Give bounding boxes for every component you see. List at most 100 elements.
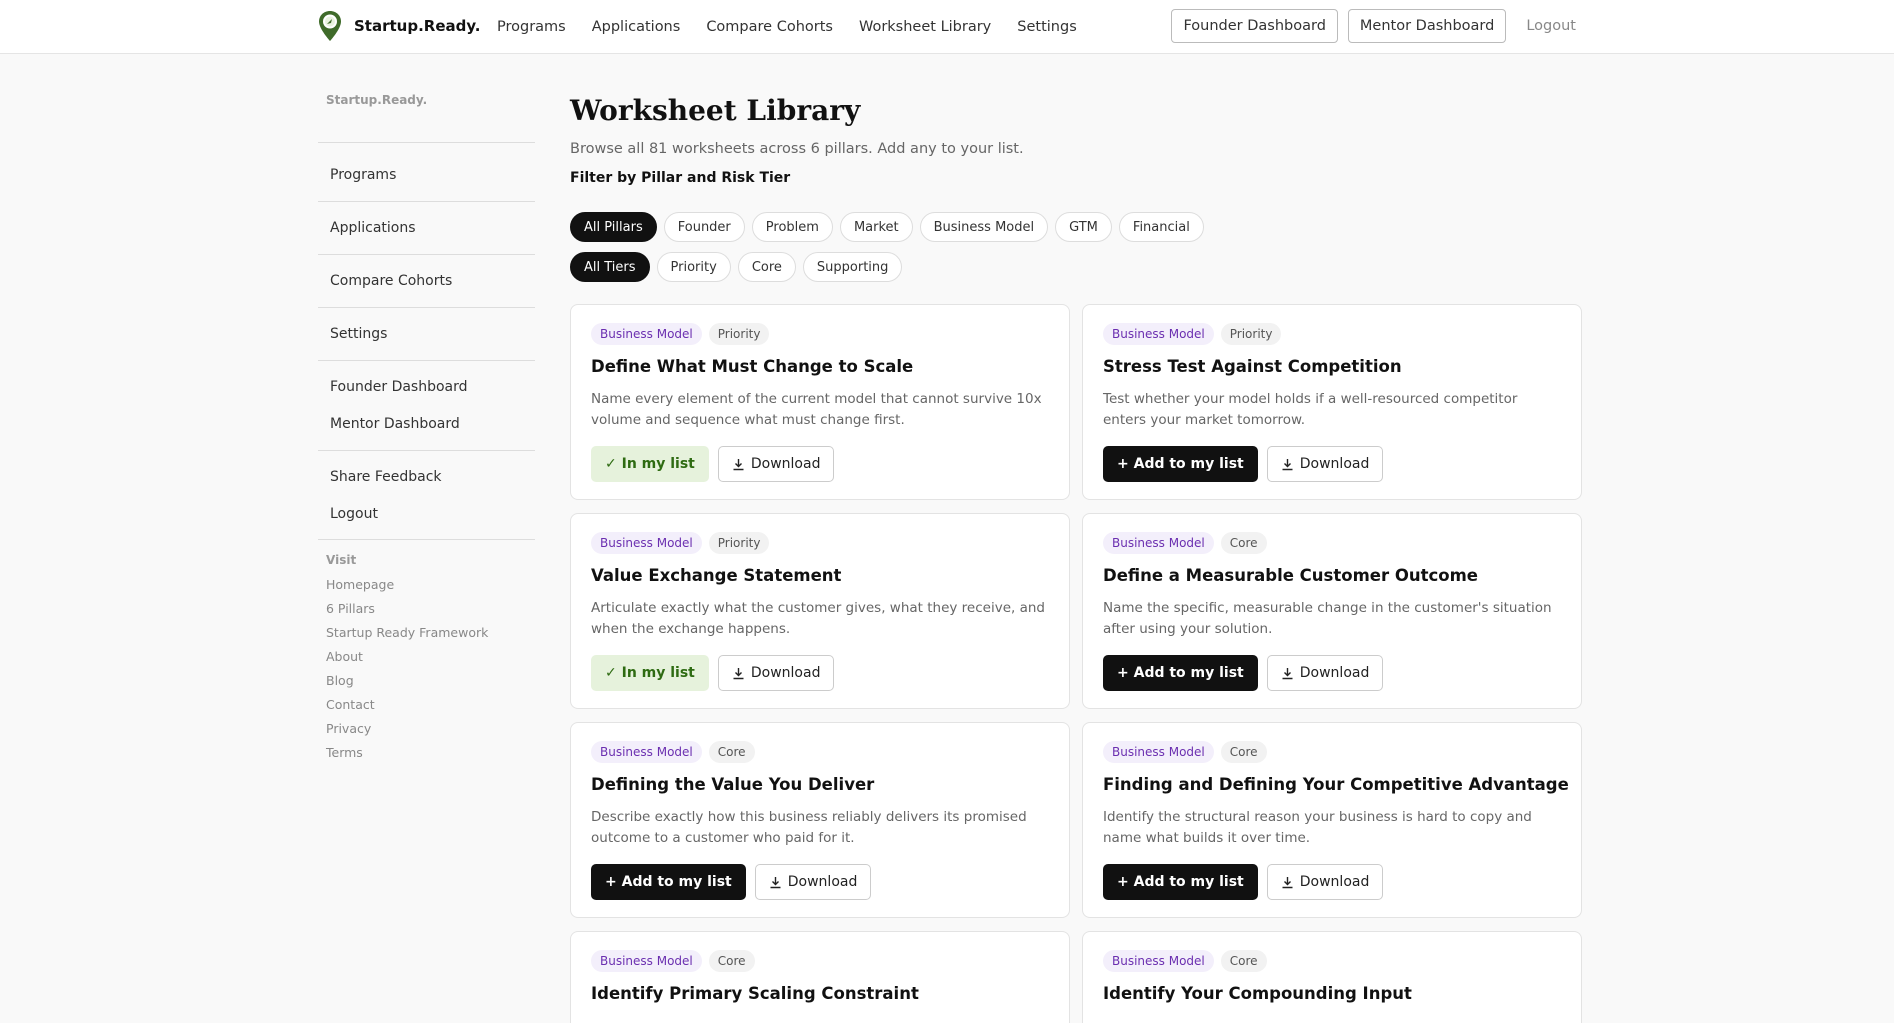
nav-compare-cohorts[interactable]: Compare Cohorts [706,19,833,35]
download-button[interactable]: Download [754,864,872,900]
tier-tag: Core [1220,950,1267,972]
sidebar-item-programs[interactable]: Programs [318,167,535,183]
sidebar-link-about[interactable]: About [326,649,363,664]
filter-supporting[interactable]: Supporting [802,252,903,282]
logout-link[interactable]: Logout [1526,18,1576,34]
sidebar-divider [318,360,535,361]
sidebar-divider [318,450,535,451]
brand-name: Startup.Ready. [354,17,481,35]
tier-tag: Core [708,950,755,972]
main-nav: Programs Applications Compare Cohorts Wo… [497,0,1077,54]
worksheet-title: Stress Test Against Competition [1103,357,1402,376]
worksheet-title: Define What Must Change to Scale [591,357,914,376]
filter-gtm[interactable]: GTM [1055,212,1112,242]
pillar-tag: Business Model [591,950,702,972]
filter-priority[interactable]: Priority [656,252,731,282]
worksheet-card: Business Model Priority Value Exchange S… [570,513,1070,709]
brand[interactable]: Startup.Ready. [318,10,480,42]
filter-core[interactable]: Core [737,252,796,282]
worksheet-title: Value Exchange Statement [591,566,842,585]
sidebar-visit-label: Visit [326,553,357,567]
in-my-list-button[interactable]: ✓ In my list [591,655,709,691]
worksheet-description: Test whether your model holds if a well-… [1103,391,1518,428]
filter-founder[interactable]: Founder [663,212,745,242]
worksheet-card: Business Model Core Finding and Defining… [1082,722,1582,918]
pillar-tag: Business Model [591,323,702,345]
page-title: Worksheet Library [570,94,861,127]
tier-tag: Core [1220,741,1267,763]
sidebar-link-6-pillars[interactable]: 6 Pillars [326,601,375,616]
sidebar-link-terms[interactable]: Terms [326,745,363,760]
worksheet-card: Business Model Core Identify Your Compou… [1082,931,1582,1023]
sidebar-divider [318,142,535,143]
download-button[interactable]: Download [717,446,835,482]
download-button[interactable]: Download [1266,864,1384,900]
filter-problem[interactable]: Problem [751,212,833,242]
pillar-tag: Business Model [1103,741,1214,763]
download-icon [733,667,744,679]
nav-applications[interactable]: Applications [592,19,681,35]
filter-all-pillars[interactable]: All Pillars [570,212,657,242]
tier-tag: Priority [708,323,770,345]
download-label: Download [1299,665,1370,681]
tier-tag: Core [1220,532,1267,554]
page-subtitle: Browse all 81 worksheets across 6 pillar… [570,141,1024,157]
add-to-list-button[interactable]: + Add to my list [1103,864,1258,900]
download-button[interactable]: Download [1266,655,1384,691]
nav-settings[interactable]: Settings [1017,19,1076,35]
download-label: Download [787,874,858,890]
worksheet-card: Business Model Core Identify Primary Sca… [570,931,1070,1023]
pillar-tag: Business Model [591,741,702,763]
sidebar-item-applications[interactable]: Applications [318,220,535,236]
filter-all-tiers[interactable]: All Tiers [570,252,650,282]
worksheet-description: Describe exactly how this business relia… [591,809,1027,846]
sidebar-link-homepage[interactable]: Homepage [326,577,394,592]
pillar-tag: Business Model [591,532,702,554]
add-to-list-button[interactable]: + Add to my list [1103,446,1258,482]
tier-tag: Core [708,741,755,763]
download-label: Download [750,456,821,472]
in-my-list-button[interactable]: ✓ In my list [591,446,709,482]
add-to-list-button[interactable]: + Add to my list [591,864,746,900]
worksheet-title: Identify Primary Scaling Constraint [591,984,919,1003]
sidebar-item-mentor-dashboard[interactable]: Mentor Dashboard [318,416,535,432]
sidebar-item-share-feedback[interactable]: Share Feedback [318,469,535,485]
download-icon [1282,667,1293,679]
download-icon [733,458,744,470]
worksheet-card: Business Model Priority Define What Must… [570,304,1070,500]
sidebar-item-compare-cohorts[interactable]: Compare Cohorts [318,273,535,289]
nav-programs[interactable]: Programs [497,19,566,35]
sidebar-divider [318,539,535,540]
filter-label: Filter by Pillar and Risk Tier [570,170,791,186]
nav-worksheet-library[interactable]: Worksheet Library [859,19,991,35]
tier-tag: Priority [1220,323,1282,345]
filter-market[interactable]: Market [839,212,913,242]
pillar-filter-group: All Pillars Founder Problem Market Busin… [570,212,1204,242]
download-label: Download [1299,874,1370,890]
sidebar-link-contact[interactable]: Contact [326,697,375,712]
sidebar-item-logout[interactable]: Logout [318,506,535,522]
mentor-dashboard-button[interactable]: Mentor Dashboard [1347,9,1507,43]
sidebar-item-founder-dashboard[interactable]: Founder Dashboard [318,379,535,395]
sidebar-link-privacy[interactable]: Privacy [326,721,371,736]
filter-business-model[interactable]: Business Model [919,212,1049,242]
worksheet-card: Business Model Core Defining the Value Y… [570,722,1070,918]
add-to-list-button[interactable]: + Add to my list [1103,655,1258,691]
nav-actions: Founder Dashboard Mentor Dashboard Logou… [1171,9,1576,43]
top-navbar: Startup.Ready. Programs Applications Com… [0,0,1894,54]
download-button[interactable]: Download [717,655,835,691]
download-button[interactable]: Download [1266,446,1384,482]
worksheet-title: Identify Your Compounding Input [1103,984,1412,1003]
sidebar-item-settings[interactable]: Settings [318,326,535,342]
founder-dashboard-button[interactable]: Founder Dashboard [1171,9,1338,43]
worksheet-card: Business Model Core Define a Measurable … [1082,513,1582,709]
tier-filter-group: All Tiers Priority Core Supporting [570,252,903,282]
sidebar-link-framework[interactable]: Startup Ready Framework [326,625,488,640]
sidebar-link-blog[interactable]: Blog [326,673,354,688]
tier-tag: Priority [708,532,770,554]
sidebar-brand: Startup.Ready. [326,93,428,107]
location-pin-logo-icon [319,11,341,41]
sidebar-divider [318,201,535,202]
worksheet-description: Name the specific, measurable change in … [1103,600,1552,637]
filter-financial[interactable]: Financial [1118,212,1204,242]
